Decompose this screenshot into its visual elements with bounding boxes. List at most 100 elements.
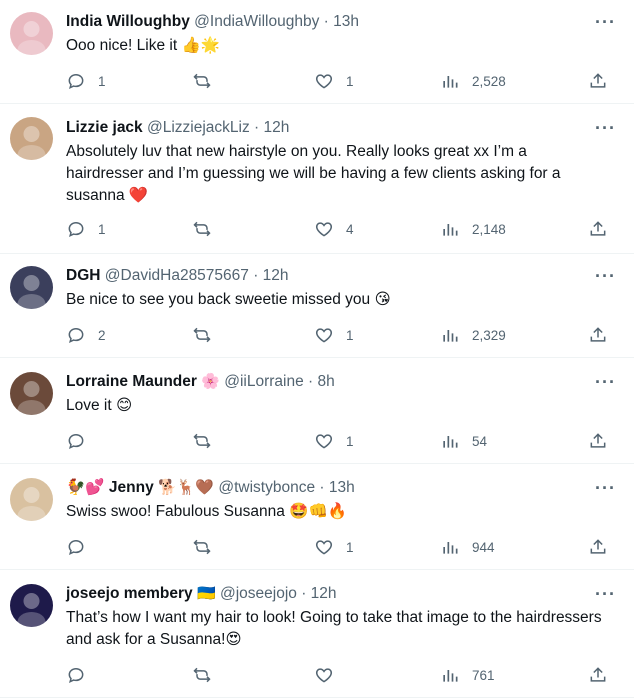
like-button[interactable]: 1 <box>314 71 354 91</box>
user-handle[interactable]: @DavidHa28575667 <box>105 267 249 284</box>
display-name[interactable]: joseejo membery <box>66 585 193 602</box>
tweet-text: That’s how I want my hair to look! Going… <box>66 609 602 648</box>
tweet[interactable]: Lorraine Maunder 🌸 @iiLorraine · 8h ··· Lo… <box>0 358 634 464</box>
reply-button[interactable] <box>66 665 98 685</box>
more-options-button[interactable]: ··· <box>595 119 616 137</box>
avatar[interactable] <box>10 117 53 160</box>
share-button[interactable] <box>588 71 620 91</box>
like-button[interactable]: 1 <box>314 325 354 345</box>
retweet-button[interactable] <box>192 537 224 557</box>
heart-icon <box>314 665 346 685</box>
more-options-button[interactable]: ··· <box>595 13 616 31</box>
avatar[interactable] <box>10 584 53 627</box>
timestamp[interactable]: · 13h <box>315 479 354 496</box>
share-icon <box>588 537 620 557</box>
display-name[interactable]: Lizzie jack <box>66 119 143 136</box>
tweet[interactable]: DGH @DavidHa28575667 · 12h ··· Be nice to … <box>0 254 634 358</box>
user-handle[interactable]: @IndiaWilloughby <box>194 13 319 30</box>
share-button[interactable] <box>588 537 620 557</box>
retweet-icon <box>192 537 224 557</box>
avatar[interactable] <box>10 372 53 415</box>
reply-button[interactable]: 1 <box>66 219 106 239</box>
like-count: 1 <box>346 539 354 555</box>
heart-icon <box>314 325 346 345</box>
share-button[interactable] <box>588 665 620 685</box>
user-handle[interactable]: @iiLorraine <box>224 373 304 390</box>
views-button[interactable]: 761 <box>440 665 495 685</box>
tweet[interactable]: India Willoughby @IndiaWilloughby · 13h ·… <box>0 0 634 104</box>
retweet-button[interactable] <box>192 431 224 451</box>
retweet-button[interactable] <box>192 71 224 91</box>
like-count: 1 <box>346 433 354 449</box>
like-button[interactable]: 4 <box>314 219 354 239</box>
timestamp[interactable]: · 12h <box>249 267 288 284</box>
reply-button[interactable]: 1 <box>66 71 106 91</box>
tweet-text: Ooo nice! Like it 👍🌟 <box>66 37 221 54</box>
reply-count: 2 <box>98 327 106 343</box>
name-emoji: 🌸 <box>201 373 220 390</box>
reply-button[interactable] <box>66 431 98 451</box>
user-handle[interactable]: @LizziejackLiz <box>147 119 250 136</box>
timestamp[interactable]: · 12h <box>250 119 289 136</box>
timestamp[interactable]: · 8h <box>304 373 335 390</box>
tweet-text: Absolutely luv that new hairstyle on you… <box>66 143 561 204</box>
more-options-button[interactable]: ··· <box>595 585 616 603</box>
tweet-header: Lorraine Maunder 🌸 @iiLorraine · 8h <box>66 372 335 392</box>
reply-button[interactable] <box>66 537 98 557</box>
more-options-button[interactable]: ··· <box>595 267 616 285</box>
avatar[interactable] <box>10 12 53 55</box>
reply-count: 1 <box>98 73 106 89</box>
views-button[interactable]: 2,148 <box>440 219 506 239</box>
retweet-icon <box>192 431 224 451</box>
display-name[interactable]: India Willoughby <box>66 13 190 30</box>
analytics-icon <box>440 71 472 91</box>
timestamp[interactable]: · 13h <box>319 13 359 30</box>
tweet[interactable]: joseejo membery 🇺🇦 @joseejojo · 12h ··· Th… <box>0 570 634 698</box>
avatar[interactable] <box>10 478 53 521</box>
action-bar: 1 944 <box>66 537 614 557</box>
retweet-button[interactable] <box>192 665 224 685</box>
retweet-icon <box>192 71 224 91</box>
user-handle[interactable]: @twistybonce <box>218 479 315 496</box>
heart-icon <box>314 71 346 91</box>
avatar[interactable] <box>10 266 53 309</box>
retweet-button[interactable] <box>192 325 224 345</box>
share-button[interactable] <box>588 219 620 239</box>
retweet-icon <box>192 665 224 685</box>
views-button[interactable]: 2,528 <box>440 71 506 91</box>
display-name[interactable]: Lorraine Maunder <box>66 373 197 390</box>
user-handle[interactable]: @joseejojo <box>220 585 297 602</box>
display-name[interactable]: DGH <box>66 267 100 284</box>
views-button[interactable]: 2,329 <box>440 325 506 345</box>
views-button[interactable]: 944 <box>440 537 495 557</box>
more-options-button[interactable]: ··· <box>595 479 616 497</box>
action-bar: 1 54 <box>66 431 614 451</box>
view-count: 761 <box>472 667 495 683</box>
analytics-icon <box>440 537 472 557</box>
like-button[interactable]: 1 <box>314 431 354 451</box>
tweet-header: 🐓💕 Jenny 🐕🦌🤎 @twistybonce · 13h <box>66 478 355 498</box>
share-button[interactable] <box>588 431 620 451</box>
like-count: 4 <box>346 221 354 237</box>
like-button[interactable] <box>314 665 346 685</box>
reply-button[interactable]: 2 <box>66 325 106 345</box>
retweet-button[interactable] <box>192 219 224 239</box>
timestamp[interactable]: · 12h <box>297 585 336 602</box>
views-button[interactable]: 54 <box>440 431 487 451</box>
like-button[interactable]: 1 <box>314 537 354 557</box>
tweet[interactable]: Lizzie jack @LizziejackLiz · 12h ··· Absol… <box>0 104 634 254</box>
analytics-icon <box>440 431 472 451</box>
heart-icon <box>314 431 346 451</box>
tweet-header: DGH @DavidHa28575667 · 12h <box>66 266 289 286</box>
reply-count: 1 <box>98 221 106 237</box>
name-emoji: 🇺🇦 <box>196 585 216 602</box>
more-options-button[interactable]: ··· <box>595 373 616 391</box>
share-button[interactable] <box>588 325 620 345</box>
display-name[interactable]: 🐓💕 Jenny <box>66 479 154 496</box>
action-bar: 2 1 2,329 <box>66 325 614 345</box>
tweet[interactable]: 🐓💕 Jenny 🐕🦌🤎 @twistybonce · 13h ··· Swiss … <box>0 464 634 570</box>
name-emoji: 🐕🦌🤎 <box>158 479 215 496</box>
view-count: 944 <box>472 539 495 555</box>
share-icon <box>588 431 620 451</box>
tweet-header: Lizzie jack @LizziejackLiz · 12h <box>66 118 289 138</box>
